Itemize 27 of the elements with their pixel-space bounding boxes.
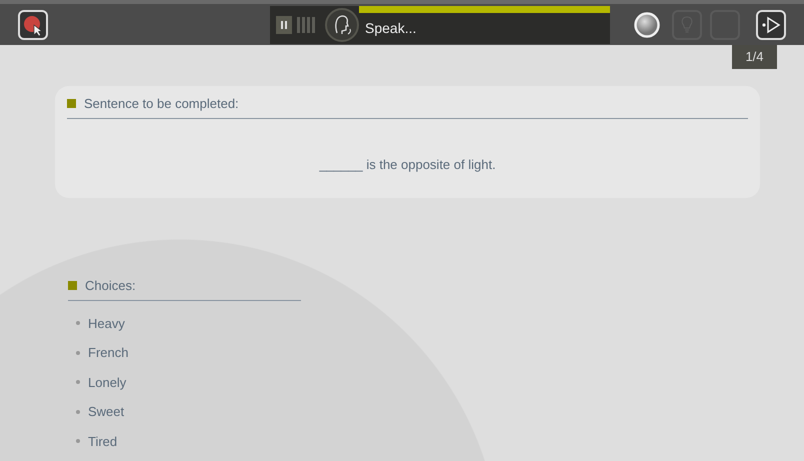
choice-option[interactable]: Heavy xyxy=(88,314,125,333)
speaking-head-icon xyxy=(325,6,359,42)
bullet-dot-icon xyxy=(76,410,80,414)
bullet-dot-icon xyxy=(76,350,80,355)
pause-button[interactable] xyxy=(276,16,292,34)
page-counter: 1/4 xyxy=(732,45,777,68)
choice-option[interactable]: Sweet xyxy=(88,402,124,422)
sentence-text: is the opposite of light. xyxy=(366,156,496,172)
bullet-dot-icon xyxy=(76,380,80,384)
bullet-dot-icon xyxy=(76,321,80,326)
sphere-icon xyxy=(634,12,660,38)
record-pointer-icon xyxy=(22,14,44,36)
panel-heading: Choices: xyxy=(85,277,136,295)
bullet-square-icon xyxy=(67,99,76,108)
choice-option[interactable]: Tired xyxy=(88,432,118,451)
blank-line: ______ xyxy=(319,156,363,172)
status-text: Speak... xyxy=(365,19,416,38)
bullet-dot-icon xyxy=(76,439,80,444)
bullet-square-icon xyxy=(68,281,77,290)
choice-option[interactable]: Lonely xyxy=(88,372,126,392)
next-button[interactable] xyxy=(756,10,786,40)
play-next-icon xyxy=(761,16,781,34)
pause-icon xyxy=(281,20,287,28)
record-pointer-button[interactable] xyxy=(18,10,48,40)
panel-heading: Sentence to be completed: xyxy=(84,95,239,113)
choice-option[interactable]: French xyxy=(88,343,128,362)
sphere-button[interactable] xyxy=(634,12,660,38)
